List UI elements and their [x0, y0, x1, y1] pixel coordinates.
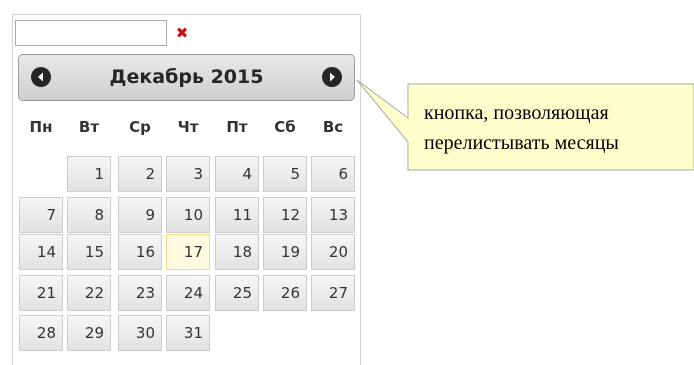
- callout-bubble: [356, 79, 694, 171]
- callout-text: кнопка, позволяющая перелистывать месяцы: [424, 98, 689, 158]
- callout-line-1: кнопка, позволяющая: [424, 102, 609, 124]
- callout-line-2: перелистывать месяцы: [424, 132, 619, 154]
